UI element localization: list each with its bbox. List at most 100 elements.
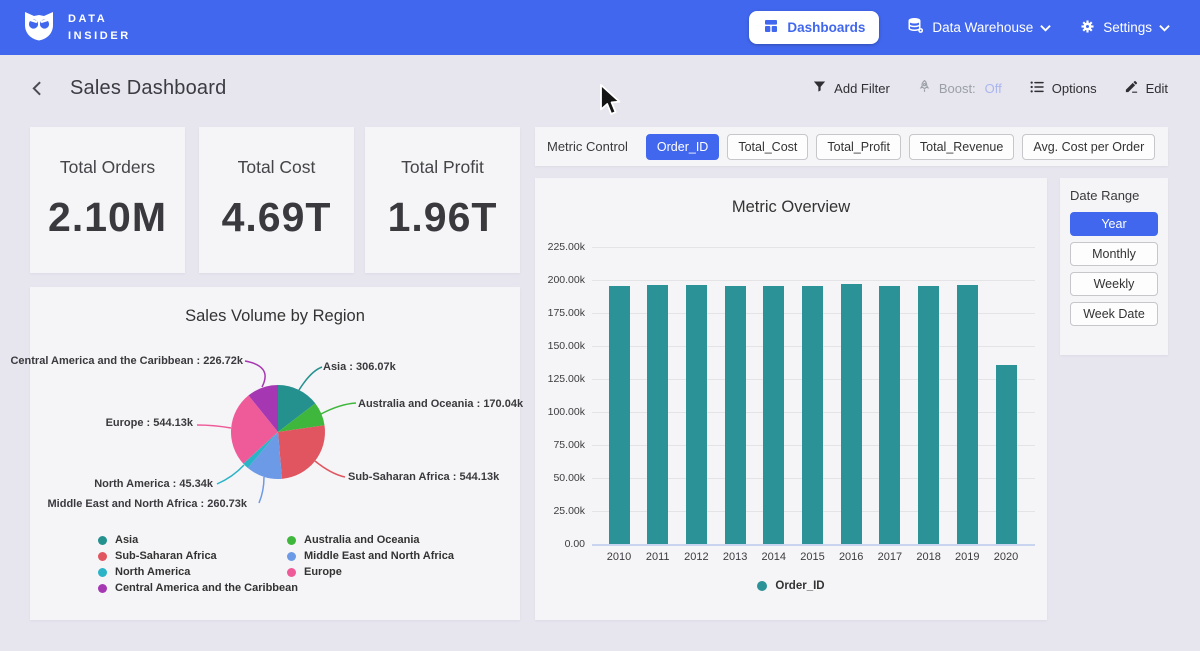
kpi-card-total-profit: Total Profit 1.96T xyxy=(365,127,520,273)
chevron-down-icon xyxy=(1040,20,1051,35)
kpi-value: 2.10M xyxy=(48,194,167,241)
legend-item-north-america[interactable]: North America xyxy=(98,564,298,580)
database-icon xyxy=(907,17,925,38)
kpi-label: Total Orders xyxy=(60,157,155,178)
pie-slice-sub-saharan-africa[interactable] xyxy=(278,425,325,479)
legend-dot xyxy=(98,536,107,545)
date-range-weekly-button[interactable]: Weekly xyxy=(1070,272,1158,296)
x-tick-label: 2020 xyxy=(986,551,1026,563)
pie-callout-line xyxy=(321,403,356,414)
y-tick-label: 25.00k xyxy=(537,505,585,517)
y-tick-label: 50.00k xyxy=(537,472,585,484)
bar-2014[interactable] xyxy=(763,286,784,544)
pie-label-sub-saharan: Sub-Saharan Africa : 544.13k xyxy=(348,471,499,483)
bar-2018[interactable] xyxy=(918,286,939,544)
pie-callout-line xyxy=(259,477,264,503)
legend-dot xyxy=(757,581,767,591)
gear-icon xyxy=(1079,18,1096,38)
gridline xyxy=(592,247,1035,248)
date-range-year-button[interactable]: Year xyxy=(1070,212,1158,236)
x-tick-label: 2019 xyxy=(947,551,987,563)
add-filter-button[interactable]: Add Filter xyxy=(812,79,890,97)
y-tick-label: 175.00k xyxy=(537,307,585,319)
nav-data-warehouse-label: Data Warehouse xyxy=(932,20,1033,35)
options-button[interactable]: Options xyxy=(1029,79,1097,98)
metric-button-total-revenue[interactable]: Total_Revenue xyxy=(909,134,1014,160)
kpi-label: Total Cost xyxy=(238,157,316,178)
bar-2012[interactable] xyxy=(686,285,707,544)
bar-chart-title: Metric Overview xyxy=(535,198,1047,217)
pie-label-middle-east: Middle East and North Africa : 260.73k xyxy=(48,498,247,510)
pie-label-north-america: North America : 45.34k xyxy=(94,478,213,490)
y-tick-label: 100.00k xyxy=(537,406,585,418)
x-tick-label: 2010 xyxy=(599,551,639,563)
back-button[interactable] xyxy=(28,77,50,99)
metric-button-order-id[interactable]: Order_ID xyxy=(646,134,719,160)
brand-logo[interactable]: DATA INSIDER xyxy=(22,8,131,47)
nav-settings-button[interactable]: Settings xyxy=(1079,18,1170,38)
boost-toggle[interactable]: Boost: Off xyxy=(917,79,1002,97)
metric-button-avg-cost-order[interactable]: Avg. Cost per Order xyxy=(1022,134,1155,160)
pie-legend-column-1: Asia Sub-Saharan Africa North America Ce… xyxy=(98,532,298,596)
x-tick-label: 2018 xyxy=(909,551,949,563)
legend-dot xyxy=(98,584,107,593)
pie-label-central-america: Central America and the Caribbean : 226.… xyxy=(10,355,243,367)
x-tick-label: 2017 xyxy=(870,551,910,563)
legend-dot xyxy=(98,552,107,561)
brand-name: DATA INSIDER xyxy=(68,11,131,44)
metric-overview-chart-card: Metric Overview 0.00 25.00k 50.00k 75.00k 10… xyxy=(535,178,1047,620)
chevron-down-icon xyxy=(1159,20,1170,35)
gridline xyxy=(592,280,1035,281)
nav-dashboards-button[interactable]: Dashboards xyxy=(749,11,879,44)
legend-item-sub-saharan-africa[interactable]: Sub-Saharan Africa xyxy=(98,548,298,564)
legend-item-central-america[interactable]: Central America and the Caribbean xyxy=(98,580,298,596)
pie-label-australia: Australia and Oceania : 170.04k xyxy=(358,398,523,410)
metric-button-total-profit[interactable]: Total_Profit xyxy=(816,134,901,160)
x-tick-label: 2012 xyxy=(676,551,716,563)
y-tick-label: 0.00 xyxy=(537,538,585,550)
list-options-icon xyxy=(1029,79,1045,98)
pie-callout-line xyxy=(245,361,265,387)
pie-callout-line xyxy=(299,367,322,390)
bar-2020[interactable] xyxy=(996,365,1017,544)
bar-2016[interactable] xyxy=(841,284,862,544)
x-tick-label: 2011 xyxy=(638,551,678,563)
legend-item-europe[interactable]: Europe xyxy=(287,564,454,580)
y-tick-label: 125.00k xyxy=(537,373,585,385)
x-tick-label: 2016 xyxy=(831,551,871,563)
kpi-label: Total Profit xyxy=(401,157,484,178)
x-axis-line xyxy=(592,544,1035,546)
bar-2011[interactable] xyxy=(647,285,668,544)
page-title: Sales Dashboard xyxy=(70,77,226,100)
edit-button[interactable]: Edit xyxy=(1124,79,1168,97)
kpi-value: 1.96T xyxy=(388,194,498,241)
pie-chart-title: Sales Volume by Region xyxy=(30,307,520,326)
nav-dashboards-label: Dashboards xyxy=(787,20,865,35)
pencil-icon xyxy=(1124,79,1139,97)
pie-legend-column-2: Australia and Oceania Middle East and No… xyxy=(287,532,454,580)
date-range-week-date-button[interactable]: Week Date xyxy=(1070,302,1158,326)
bar-2019[interactable] xyxy=(957,285,978,544)
owl-logo-icon xyxy=(22,8,56,47)
filter-funnel-icon xyxy=(812,79,827,97)
legend-item-middle-east-north-africa[interactable]: Middle East and North Africa xyxy=(287,548,454,564)
bar-2013[interactable] xyxy=(725,286,746,544)
y-tick-label: 150.00k xyxy=(537,340,585,352)
nav-data-warehouse-button[interactable]: Data Warehouse xyxy=(907,17,1051,38)
boost-state: Off xyxy=(985,81,1002,96)
metric-button-total-cost[interactable]: Total_Cost xyxy=(727,134,808,160)
y-tick-label: 225.00k xyxy=(537,241,585,253)
bar-2015[interactable] xyxy=(802,286,823,544)
legend-item-australia-oceania[interactable]: Australia and Oceania xyxy=(287,532,454,548)
kpi-card-total-orders: Total Orders 2.10M xyxy=(30,127,185,273)
nav-menu: Dashboards Data Warehouse xyxy=(749,11,1170,44)
date-range-monthly-button[interactable]: Monthly xyxy=(1070,242,1158,266)
bar-2010[interactable] xyxy=(609,286,630,544)
bar-chart-legend-item[interactable]: Order_ID xyxy=(535,580,1047,592)
header-actions: Add Filter Boost: Off xyxy=(812,79,1168,98)
y-tick-label: 75.00k xyxy=(537,439,585,451)
legend-dot xyxy=(287,552,296,561)
bar-2017[interactable] xyxy=(879,286,900,544)
legend-item-asia[interactable]: Asia xyxy=(98,532,298,548)
x-tick-label: 2015 xyxy=(793,551,833,563)
